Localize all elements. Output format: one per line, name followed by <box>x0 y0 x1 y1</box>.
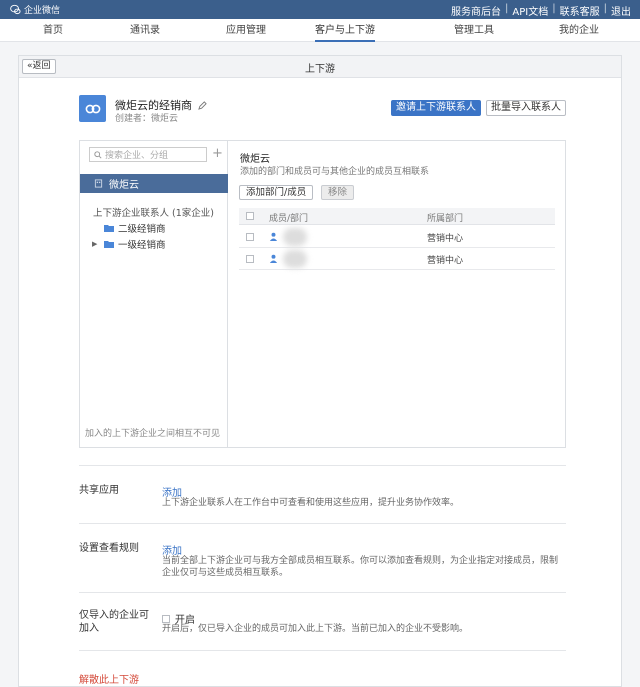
member-name-redacted <box>283 250 307 268</box>
view-rules-desc: 当前全部上下游企业可与我方全部成员相互联系。你可以添加查看规则，为企业指定对接成… <box>162 556 559 578</box>
shared-apps-desc: 上下游企业联系人在工作台中可查看和使用这些应用，提升业务协作效率。 <box>162 498 460 508</box>
org-item-label: 微炬云 <box>109 180 139 191</box>
table-row[interactable]: 营销中心 <box>239 248 555 270</box>
user-icon <box>269 232 278 241</box>
row-checkbox[interactable] <box>246 233 254 241</box>
row-checkbox[interactable] <box>246 255 254 263</box>
divider <box>79 592 566 593</box>
top-bar: 企业微信 服务商后台 | API文档 | 联系客服 | 退出 <box>0 0 640 19</box>
link-logout[interactable]: 退出 <box>611 3 631 18</box>
select-all-checkbox[interactable] <box>246 212 254 220</box>
nav-apps[interactable]: 应用管理 <box>226 19 266 42</box>
column-member: 成员/部门 <box>269 214 309 224</box>
tree-item-label: 二级经销商 <box>118 224 166 235</box>
top-links: 服务商后台 | API文档 | 联系客服 | 退出 <box>451 3 631 18</box>
import-only-desc: 开启后，仅已导入企业的成员可加入此上下游。当前已加入的企业不受影响。 <box>162 624 469 634</box>
member-dept: 营销中心 <box>427 256 464 266</box>
nav-contacts[interactable]: 通讯录 <box>130 19 160 42</box>
column-dept: 所属部门 <box>427 214 464 224</box>
chat-bubble-icon <box>10 4 21 15</box>
nav-tools[interactable]: 管理工具 <box>454 19 494 42</box>
tree-item-label: 一级经销商 <box>118 240 166 251</box>
brand-logo[interactable]: 企业微信 <box>10 3 60 16</box>
members-table-header: 成员/部门 所属部门 <box>239 208 555 225</box>
org-box: 搜索企业、分组 + 微炬云 上下游企业联系人 (1家企业) 二级经销商 ▶ 一级… <box>79 140 566 448</box>
add-member-button[interactable]: 添加部门/成员 <box>239 185 314 200</box>
building-icon <box>94 179 103 188</box>
corp-logo <box>79 95 106 122</box>
org-item-selected[interactable]: 微炬云 <box>80 174 228 193</box>
separator: | <box>505 3 509 14</box>
folder-icon <box>104 241 114 248</box>
expand-arrow-icon[interactable]: ▶ <box>92 240 100 248</box>
link-provider[interactable]: 服务商后台 <box>451 3 501 18</box>
import-only-label: 仅导入的企业可加入 <box>79 610 149 634</box>
invite-contacts-button[interactable]: 邀请上下游联系人 <box>391 100 481 116</box>
edit-pencil-icon[interactable] <box>198 100 207 110</box>
link-rings-icon <box>85 104 100 113</box>
search-icon <box>94 150 102 159</box>
batch-import-button[interactable]: 批量导入联系人 <box>486 100 566 116</box>
table-row[interactable]: 营销中心 <box>239 226 555 248</box>
divider <box>79 650 566 651</box>
user-icon <box>269 254 278 263</box>
member-name-redacted <box>283 228 307 246</box>
member-dept: 营销中心 <box>427 234 464 244</box>
dissolve-link[interactable]: 解散此上下游 <box>79 671 139 686</box>
visibility-note: 加入的上下游企业之间相互不可见 <box>85 429 221 439</box>
org-tree-panel: 搜索企业、分组 + 微炬云 上下游企业联系人 (1家企业) 二级经销商 ▶ 一级… <box>80 141 228 447</box>
separator: | <box>603 3 607 14</box>
divider <box>79 523 566 524</box>
view-rules-label: 设置查看规则 <box>79 543 139 554</box>
page-title: 上下游 <box>305 64 335 75</box>
main-nav: 首页 通讯录 应用管理 客户与上下游 管理工具 我的企业 <box>0 19 640 42</box>
members-desc: 添加的部门和成员可与其他企业的成员互相联系 <box>240 167 430 177</box>
panel-header: «返回 上下游 <box>19 56 621 78</box>
brand-name: 企业微信 <box>24 6 61 16</box>
divider <box>79 465 566 466</box>
search-input[interactable]: 搜索企业、分组 <box>89 147 207 162</box>
search-placeholder: 搜索企业、分组 <box>105 151 169 161</box>
content-panel: «返回 上下游 微炬云的经销商 创建者：微炬云 邀请上下游联系人 批量导入联系人… <box>18 55 622 687</box>
folder-icon <box>104 225 114 232</box>
nav-home[interactable]: 首页 <box>43 19 63 42</box>
tree-item-primary-dealer[interactable]: ▶ 一级经销商 <box>92 237 166 251</box>
add-org-button[interactable]: + <box>212 146 223 161</box>
shared-apps-label: 共享应用 <box>79 485 119 496</box>
members-title: 微炬云 <box>240 154 270 165</box>
remove-button[interactable]: 移除 <box>321 185 355 200</box>
members-panel: 微炬云 添加的部门和成员可与其他企业的成员互相联系 添加部门/成员 移除 成员/… <box>229 141 565 447</box>
partner-group-label: 上下游企业联系人 (1家企业) <box>93 208 214 219</box>
link-support[interactable]: 联系客服 <box>560 3 600 18</box>
nav-my-company[interactable]: 我的企业 <box>559 19 599 42</box>
corp-creator: 创建者：微炬云 <box>115 114 179 124</box>
nav-customers-partners[interactable]: 客户与上下游 <box>315 19 375 42</box>
tree-item-secondary-dealer[interactable]: 二级经销商 <box>92 221 166 235</box>
import-only-checkbox[interactable] <box>162 614 170 623</box>
separator: | <box>552 3 556 14</box>
link-api-docs[interactable]: API文档 <box>512 3 548 18</box>
